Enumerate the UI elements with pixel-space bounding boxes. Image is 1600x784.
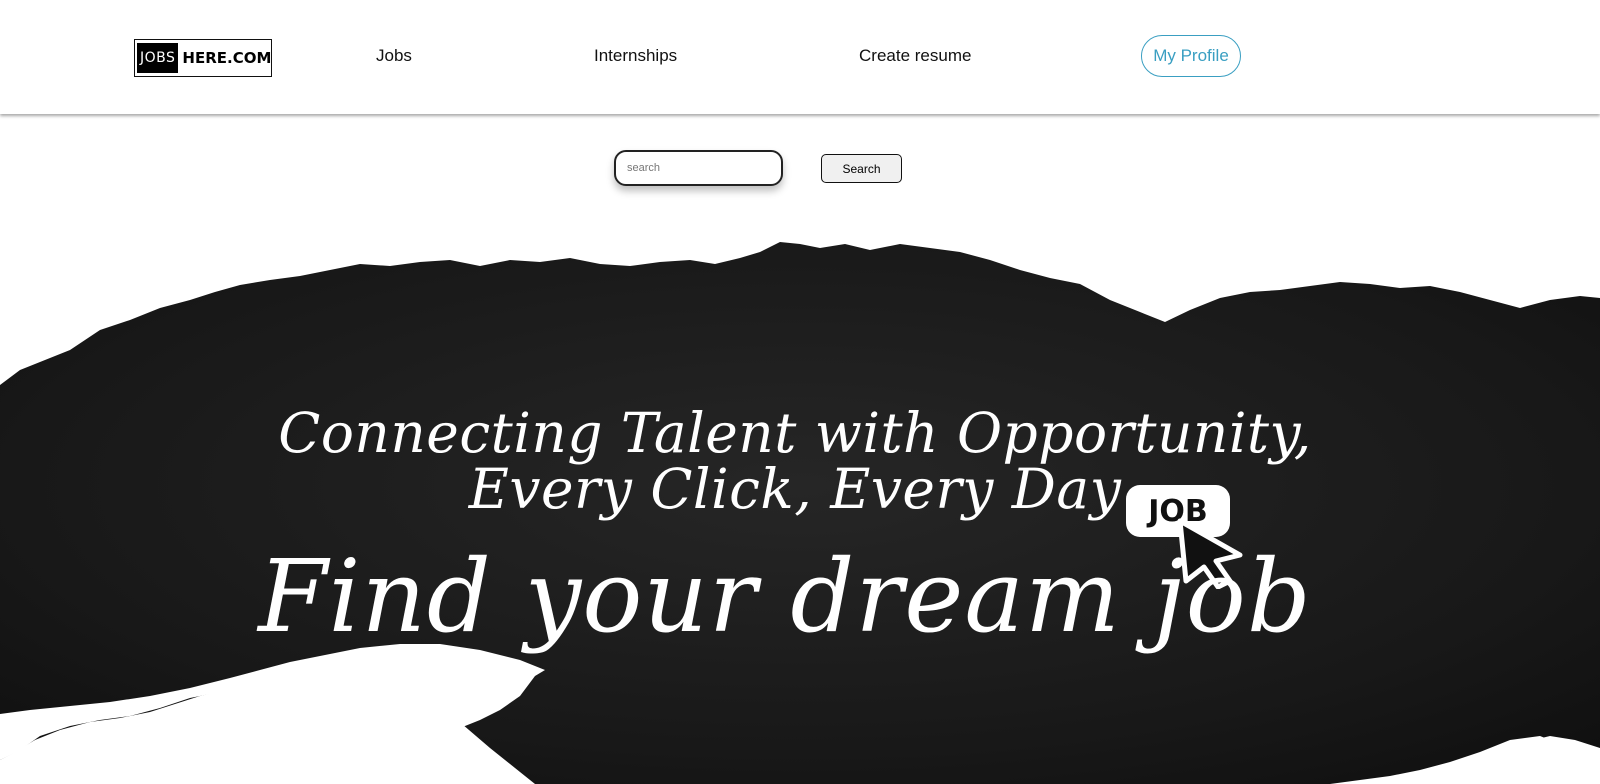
nav-link-jobs[interactable]: Jobs <box>376 46 412 66</box>
site-header: JOBS HERE.COM Jobs Internships Create re… <box>0 0 1600 114</box>
nav-link-create-resume[interactable]: Create resume <box>859 46 971 66</box>
search-input[interactable] <box>614 150 783 186</box>
my-profile-button[interactable]: My Profile <box>1141 35 1241 77</box>
logo-part-jobs: JOBS <box>137 43 179 73</box>
hero-banner: Connecting Talent with Opportunity, Ever… <box>0 200 1600 784</box>
nav-link-internships[interactable]: Internships <box>594 46 677 66</box>
hero-headline: Find your dream job <box>258 538 1312 655</box>
logo-part-domain: HERE.COM <box>182 49 272 67</box>
search-button[interactable]: Search <box>821 154 902 183</box>
site-logo[interactable]: JOBS HERE.COM <box>134 39 272 77</box>
